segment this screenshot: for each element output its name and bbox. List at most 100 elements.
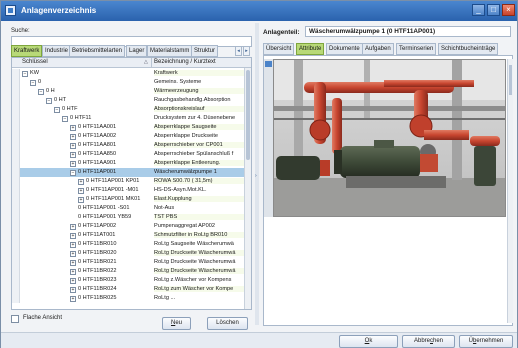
row-gutter[interactable] [12,285,20,294]
row-gutter[interactable] [12,87,20,96]
new-button[interactable]: Neu [162,317,191,330]
expand-icon[interactable]: + [70,143,76,149]
apply-button[interactable]: Übernehmen [459,335,513,348]
tree-row[interactable]: +0 HTF11BR025 RoLtg ... [12,294,244,303]
column-key[interactable]: Schlüssel [22,59,48,65]
collapse-icon[interactable]: − [54,107,60,113]
tab-struktur[interactable]: Struktur [191,45,219,57]
tree-row[interactable]: −0 HTF11 Drucksystem zur 4. Düsenebene [12,114,244,123]
expand-icon[interactable]: + [70,125,76,131]
collapse-icon[interactable]: − [62,116,68,122]
expand-icon[interactable]: + [70,224,76,230]
flat-view-checkbox[interactable] [11,315,19,323]
tree-row[interactable]: +0 HTF11BR020 RoLtg Druckseite Wäscherumw… [12,249,244,258]
row-gutter[interactable] [12,132,20,141]
row-gutter[interactable] [12,258,20,267]
row-gutter[interactable] [12,96,20,105]
scroll-thumb[interactable] [246,70,250,160]
edit-icon[interactable] [265,61,272,67]
row-gutter[interactable] [12,114,20,123]
tab-industrie[interactable]: Industrie [42,45,72,57]
close-button[interactable]: × [502,4,515,16]
expand-icon[interactable]: + [70,134,76,140]
tree-row[interactable]: − KW Kraftwerk [12,69,244,78]
row-gutter[interactable] [12,195,20,204]
collapse-icon[interactable]: − [30,80,36,86]
tab-attribute[interactable]: Attribute [296,43,325,55]
scroll-thumb[interactable] [509,65,512,95]
tree-row[interactable]: +0 HTF11BR021 RoLtg Druckseite Wäscherumw… [12,258,244,267]
expand-icon[interactable]: + [70,260,76,266]
tab-materialstamm[interactable]: Materialstamm [147,45,193,57]
row-gutter[interactable] [12,204,20,213]
expand-icon[interactable]: + [70,251,76,257]
expand-icon[interactable]: + [70,242,76,248]
row-gutter[interactable] [12,222,20,231]
collapse-icon[interactable]: − [38,89,44,95]
tab-scroll-left-icon[interactable]: ◂ [235,46,242,56]
tree-row[interactable]: +0 HTF11AA850 Absperrschieber Spülanschlu… [12,150,244,159]
tree-row[interactable]: +0 HTF11AA901 Absperrklappe Entleerung. [12,159,244,168]
title-bar[interactable]: Anlagenverzeichnis _ □ × [1,1,517,21]
minimize-button[interactable]: _ [472,4,485,16]
row-gutter[interactable] [12,276,20,285]
row-gutter[interactable] [12,249,20,258]
row-gutter[interactable] [12,240,20,249]
collapse-icon[interactable]: − [22,71,28,77]
tab-terminserien[interactable]: Terminserien [396,43,437,55]
tree-row[interactable]: +0 HTF11BR024 RoLtg zum Wäscher vor Kompe [12,285,244,294]
column-divider[interactable] [151,58,152,68]
tab-kraftwerk[interactable]: Kraftwerk [11,45,43,57]
tree-row[interactable]: +0 HTF11BR022 RoLtg Druckseite Wäscherumw… [12,267,244,276]
row-gutter[interactable] [12,213,20,222]
tab-uebersicht[interactable]: Übersicht [263,43,295,55]
tree-row[interactable]: +0 HTF11BR023 RoLtg z.Wäscher vor Kompens [12,276,244,285]
tab-aufgaben[interactable]: Aufgaben [362,43,394,55]
tree-row[interactable]: −0 HTF11AP001 Wäscherumwälzpumpe 1 [12,168,244,177]
expand-icon[interactable]: + [70,287,76,293]
tree-row[interactable]: −0 H Wärmeerzeugung [12,87,244,96]
row-gutter[interactable] [12,105,20,114]
row-gutter[interactable] [12,150,20,159]
cancel-button[interactable]: Abbrechen [402,335,455,348]
tab-schichtbucheintraege[interactable]: Schichtbucheinträge [438,43,499,55]
equipment-part-field[interactable]: Wäscherumwälzpumpe 1 (0 HTF11AP001) [305,26,511,37]
collapse-icon[interactable]: − [70,170,76,176]
tree-scrollbar[interactable] [244,68,251,309]
detail-scrollbar[interactable] [507,59,513,323]
equipment-tree[interactable]: Schlüssel △ Bezeichnung / Kurztext − KW Kr… [11,57,252,310]
expand-icon[interactable]: + [78,179,84,185]
tree-row[interactable]: +0 HTF11AT001 Schmutzfilter in RoLtg BR01… [12,231,244,240]
row-gutter[interactable] [12,231,20,240]
expand-icon[interactable]: + [78,188,84,194]
tree-row[interactable]: −0 HT Rauchgasbehandlg.Absorption [12,96,244,105]
tree-row[interactable]: +0 HTF11BR010 RoLtg Saugseite Wäscherumwä [12,240,244,249]
tree-row[interactable]: 0 HTF11AP001 YB59 TST PBS [12,213,244,222]
expand-icon[interactable]: + [70,269,76,275]
tree-row[interactable]: +0 HTF11AA001 Absperrklappe Saugseite [12,123,244,132]
row-gutter[interactable] [12,177,20,186]
expand-icon[interactable]: + [70,296,76,302]
maximize-button[interactable]: □ [487,4,500,16]
expand-icon[interactable]: + [78,197,84,203]
row-gutter[interactable] [12,294,20,303]
expand-icon[interactable]: + [70,233,76,239]
row-gutter[interactable] [12,267,20,276]
tree-row[interactable]: −0 HTF Absorptionskreislauf [12,105,244,114]
expand-icon[interactable]: + [70,152,76,158]
tree-row[interactable]: +0 HTF11AP001 MK01 Elast.Kupplung [12,195,244,204]
splitter-arrow-icon[interactable]: › [255,173,259,179]
tab-betriebsmittelarten[interactable]: Betriebsmittelarten [69,45,126,57]
tree-row[interactable]: 0 HTF11AP001 -S01 Not-Aus [12,204,244,213]
expand-icon[interactable]: + [70,161,76,167]
row-gutter[interactable] [12,141,20,150]
row-gutter[interactable] [12,69,20,78]
delete-button[interactable]: Löschen [207,317,248,330]
tree-row[interactable]: +0 HTF11AP001 KP01 ROWA S00.70 ( 31,5m) [12,177,244,186]
ok-button[interactable]: Ok [339,335,398,348]
row-gutter[interactable] [12,186,20,195]
tree-row[interactable]: +0 HTF11AP002 Pumpenaggregat AP002 [12,222,244,231]
row-gutter[interactable] [12,168,20,177]
collapse-icon[interactable]: − [46,98,52,104]
tree-row[interactable]: +0 HTF11AA002 Absperrklappe Druckseite [12,132,244,141]
